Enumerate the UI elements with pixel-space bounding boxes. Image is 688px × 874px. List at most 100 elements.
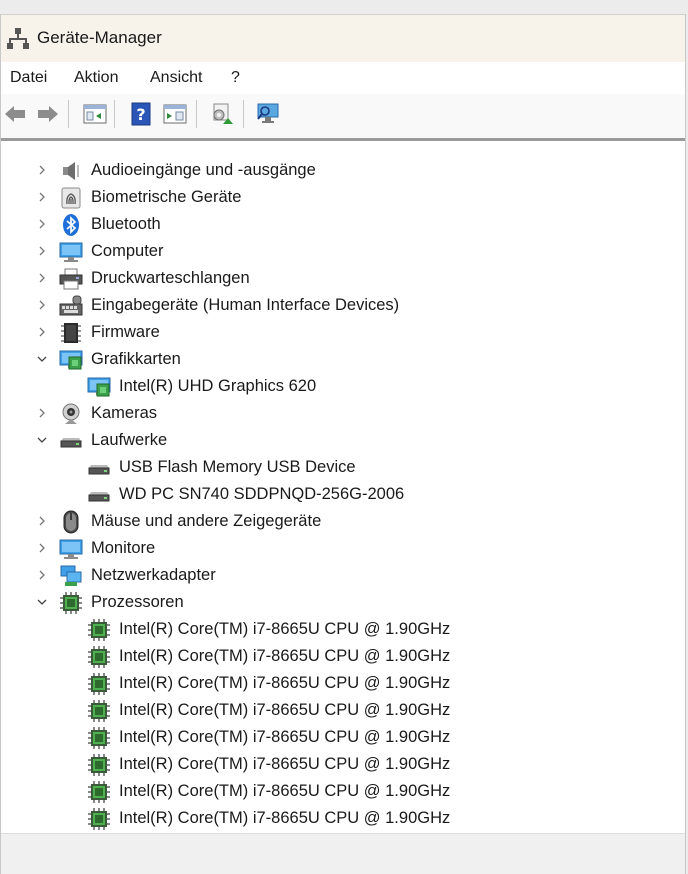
chevron-right-icon[interactable]	[36, 299, 48, 311]
disk-drive-icon	[60, 438, 82, 448]
device-tree[interactable]: Audioeingänge und -ausgänge Biometrische …	[1, 141, 685, 833]
tree-device[interactable]: Intel(R) Core(TM) i7-8665U CPU @ 1.90GHz	[1, 805, 685, 832]
tree-device[interactable]: Intel(R) Core(TM) i7-8665U CPU @ 1.90GHz	[1, 778, 685, 805]
chevron-right-icon[interactable]	[36, 245, 48, 257]
status-bar	[1, 833, 685, 874]
chevron-right-icon[interactable]	[36, 272, 48, 284]
display-adapter-icon	[87, 377, 111, 397]
chevron-right-icon[interactable]	[36, 218, 48, 230]
webcam-icon	[62, 403, 80, 424]
tree-item-label: Monitore	[91, 539, 156, 557]
forward-arrow-icon	[38, 106, 58, 122]
disk-drive-icon	[88, 465, 110, 475]
show-hide-console-tree-icon	[83, 104, 107, 124]
menu-help[interactable]: ?	[229, 69, 242, 87]
tree-device[interactable]: Intel(R) Core(TM) i7-8665U CPU @ 1.90GHz	[1, 616, 685, 643]
chevron-right-icon[interactable]	[36, 164, 48, 176]
bluetooth-icon	[63, 214, 79, 236]
show-hide-console-tree-button[interactable]	[82, 101, 108, 127]
tree-device[interactable]: Intel(R) Core(TM) i7-8665U CPU @ 1.90GHz	[1, 697, 685, 724]
title-bar: Geräte-Manager	[1, 14, 685, 62]
help-button[interactable]: ?	[128, 101, 154, 127]
tree-category[interactable]: Eingabegeräte (Human Interface Devices)	[1, 292, 685, 319]
display-adapter-icon	[59, 350, 83, 370]
processor-icon	[60, 592, 82, 614]
tree-item-label: Grafikkarten	[91, 350, 181, 368]
tree-item-label: Netzwerkadapter	[91, 566, 216, 584]
tree-category[interactable]: Audioeingänge und -ausgänge	[1, 157, 685, 184]
tree-item-label: Firmware	[91, 323, 160, 341]
tree-item-label: Intel(R) Core(TM) i7-8665U CPU @ 1.90GHz	[119, 728, 451, 746]
tree-device[interactable]: Intel(R) Core(TM) i7-8665U CPU @ 1.90GHz	[1, 751, 685, 778]
back-arrow-icon	[5, 106, 25, 122]
monitor-icon	[59, 539, 83, 559]
chevron-down-icon[interactable]	[36, 596, 48, 608]
tree-category[interactable]: Firmware	[1, 319, 685, 346]
chevron-right-icon[interactable]	[36, 191, 48, 203]
toolbar: ?	[1, 94, 685, 138]
tree-item-label: Intel(R) Core(TM) i7-8665U CPU @ 1.90GHz	[119, 701, 451, 719]
tree-category[interactable]: Grafikkarten	[1, 346, 685, 373]
processor-icon	[88, 727, 110, 749]
tree-device[interactable]: USB Flash Memory USB Device	[1, 454, 685, 481]
chevron-down-icon[interactable]	[36, 353, 48, 365]
tree-item-label: Intel(R) Core(TM) i7-8665U CPU @ 1.90GHz	[119, 674, 451, 692]
properties-panel-icon	[163, 104, 187, 124]
tree-category[interactable]: Biometrische Geräte	[1, 184, 685, 211]
tree-item-label: WD PC SN740 SDDPNQD-256G-2006	[119, 485, 405, 503]
tree-device[interactable]: Intel(R) Core(TM) i7-8665U CPU @ 1.90GHz	[1, 670, 685, 697]
tree-item-label: Audioeingänge und -ausgänge	[91, 161, 316, 179]
properties-panel-button[interactable]	[162, 101, 188, 127]
device-manager-app-icon	[7, 28, 29, 49]
forward-button[interactable]	[35, 101, 61, 127]
menu-ansicht[interactable]: Ansicht	[148, 69, 204, 87]
tree-category[interactable]: Netzwerkadapter	[1, 562, 685, 589]
scan-hardware-button[interactable]	[256, 101, 282, 127]
tree-item-label: Intel(R) UHD Graphics 620	[119, 377, 317, 395]
tree-item-label: Intel(R) Core(TM) i7-8665U CPU @ 1.90GHz	[119, 620, 451, 638]
tree-category[interactable]: Kameras	[1, 400, 685, 427]
chevron-right-icon[interactable]	[36, 542, 48, 554]
speaker-icon	[63, 162, 79, 180]
menu-aktion[interactable]: Aktion	[72, 69, 120, 87]
tree-item-label: Biometrische Geräte	[91, 188, 242, 206]
chevron-right-icon[interactable]	[36, 569, 48, 581]
firmware-chip-icon	[61, 323, 81, 343]
menu-bar: Datei Aktion Ansicht ?	[1, 62, 685, 94]
toolbar-separator	[114, 100, 115, 128]
tree-device[interactable]: Intel(R) Core(TM) i7-8665U CPU @ 1.90GHz	[1, 643, 685, 670]
tree-category[interactable]: Mäuse und andere Zeigegeräte	[1, 508, 685, 535]
processor-icon	[88, 808, 110, 830]
processor-icon	[88, 781, 110, 803]
fingerprint-icon	[61, 187, 81, 209]
tree-category[interactable]: Monitore	[1, 535, 685, 562]
update-driver-button[interactable]	[208, 101, 234, 127]
chevron-right-icon[interactable]	[36, 407, 48, 419]
disk-drive-icon	[88, 492, 110, 502]
update-driver-icon	[213, 103, 233, 124]
back-button[interactable]	[2, 101, 28, 127]
processor-icon	[88, 700, 110, 722]
menu-datei[interactable]: Datei	[8, 69, 49, 87]
tree-device[interactable]: WD PC SN740 SDDPNQD-256G-2006	[1, 481, 685, 508]
tree-device[interactable]: Intel(R) UHD Graphics 620	[1, 373, 685, 400]
tree-category[interactable]: Bluetooth	[1, 211, 685, 238]
tree-item-label: Mäuse und andere Zeigegeräte	[91, 512, 322, 530]
chevron-right-icon[interactable]	[36, 515, 48, 527]
processor-icon	[88, 619, 110, 641]
processor-icon	[88, 673, 110, 695]
chevron-right-icon[interactable]	[36, 326, 48, 338]
tree-item-label: Computer	[91, 242, 164, 260]
chevron-down-icon[interactable]	[36, 434, 48, 446]
mouse-icon	[63, 510, 79, 534]
tree-category[interactable]: Computer	[1, 238, 685, 265]
tree-item-label: Intel(R) Core(TM) i7-8665U CPU @ 1.90GHz	[119, 809, 451, 827]
tree-device[interactable]: Intel(R) Core(TM) i7-8665U CPU @ 1.90GHz	[1, 724, 685, 751]
tree-category[interactable]: Druckwarteschlangen	[1, 265, 685, 292]
tree-category[interactable]: Laufwerke	[1, 427, 685, 454]
tree-item-label: USB Flash Memory USB Device	[119, 458, 356, 476]
toolbar-separator	[196, 100, 197, 128]
tree-item-label: Intel(R) Core(TM) i7-8665U CPU @ 1.90GHz	[119, 755, 451, 773]
tree-item-label: Laufwerke	[91, 431, 168, 449]
tree-category[interactable]: Prozessoren	[1, 589, 685, 616]
